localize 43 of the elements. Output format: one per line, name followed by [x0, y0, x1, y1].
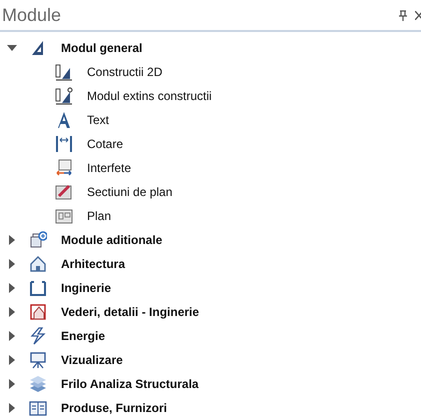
- tree-item[interactable]: Produse, Furnizori: [61, 399, 168, 417]
- frame-icon: [29, 279, 47, 297]
- close-icon[interactable]: [415, 10, 421, 20]
- tree-item[interactable]: Vederi, detalii - Inginerie: [61, 303, 200, 321]
- pencil-set-square-icon: [55, 63, 73, 81]
- tree-item[interactable]: Text: [87, 111, 110, 129]
- plan-section-icon: [55, 183, 73, 201]
- dimension-icon: [55, 135, 73, 153]
- tree-item[interactable]: Module aditionale: [61, 231, 162, 249]
- expand-arrow-icon[interactable]: [7, 235, 17, 245]
- tree-item[interactable]: Arhitectura: [61, 255, 126, 273]
- tree-item[interactable]: Sectiuni de plan: [87, 183, 172, 201]
- expand-arrow-icon[interactable]: [7, 355, 17, 365]
- tree-item[interactable]: Cotare: [87, 135, 124, 153]
- letter-a-icon: [55, 111, 73, 129]
- tree-item[interactable]: Plan: [87, 207, 112, 225]
- expand-arrow-icon[interactable]: [7, 331, 17, 341]
- easel-icon: [29, 351, 47, 369]
- expand-arrow-icon[interactable]: [7, 283, 17, 293]
- lightning-icon: [29, 327, 47, 345]
- tree-item[interactable]: Inginerie: [61, 279, 112, 297]
- expand-arrow-icon[interactable]: [7, 259, 17, 269]
- pin-icon[interactable]: [399, 10, 407, 20]
- tree-item[interactable]: Vizualizare: [61, 351, 123, 369]
- tree-item[interactable]: Constructii 2D: [87, 63, 162, 81]
- pencil-set-square-icon: [55, 87, 73, 105]
- tree-item[interactable]: Interfete: [87, 159, 132, 177]
- tree-item[interactable]: Frilo Analiza Structurala: [61, 375, 199, 393]
- expand-arrow-icon[interactable]: [7, 379, 17, 389]
- module-plus-icon: [29, 231, 47, 249]
- house-section-icon: [29, 303, 47, 321]
- expand-arrow-icon[interactable]: [7, 307, 17, 317]
- interface-icon: [55, 159, 73, 177]
- layers-icon: [29, 375, 47, 393]
- tree-item[interactable]: Modul general: [61, 39, 142, 57]
- panel-title: Module: [2, 4, 62, 26]
- collapse-arrow-icon[interactable]: [7, 43, 17, 53]
- tree-item[interactable]: Modul extins constructii: [87, 87, 212, 105]
- floor-plan-icon: [55, 207, 73, 225]
- book-icon: [29, 399, 47, 417]
- expand-arrow-icon[interactable]: [7, 403, 17, 413]
- house-icon: [29, 255, 47, 273]
- tree-item[interactable]: Energie: [61, 327, 106, 345]
